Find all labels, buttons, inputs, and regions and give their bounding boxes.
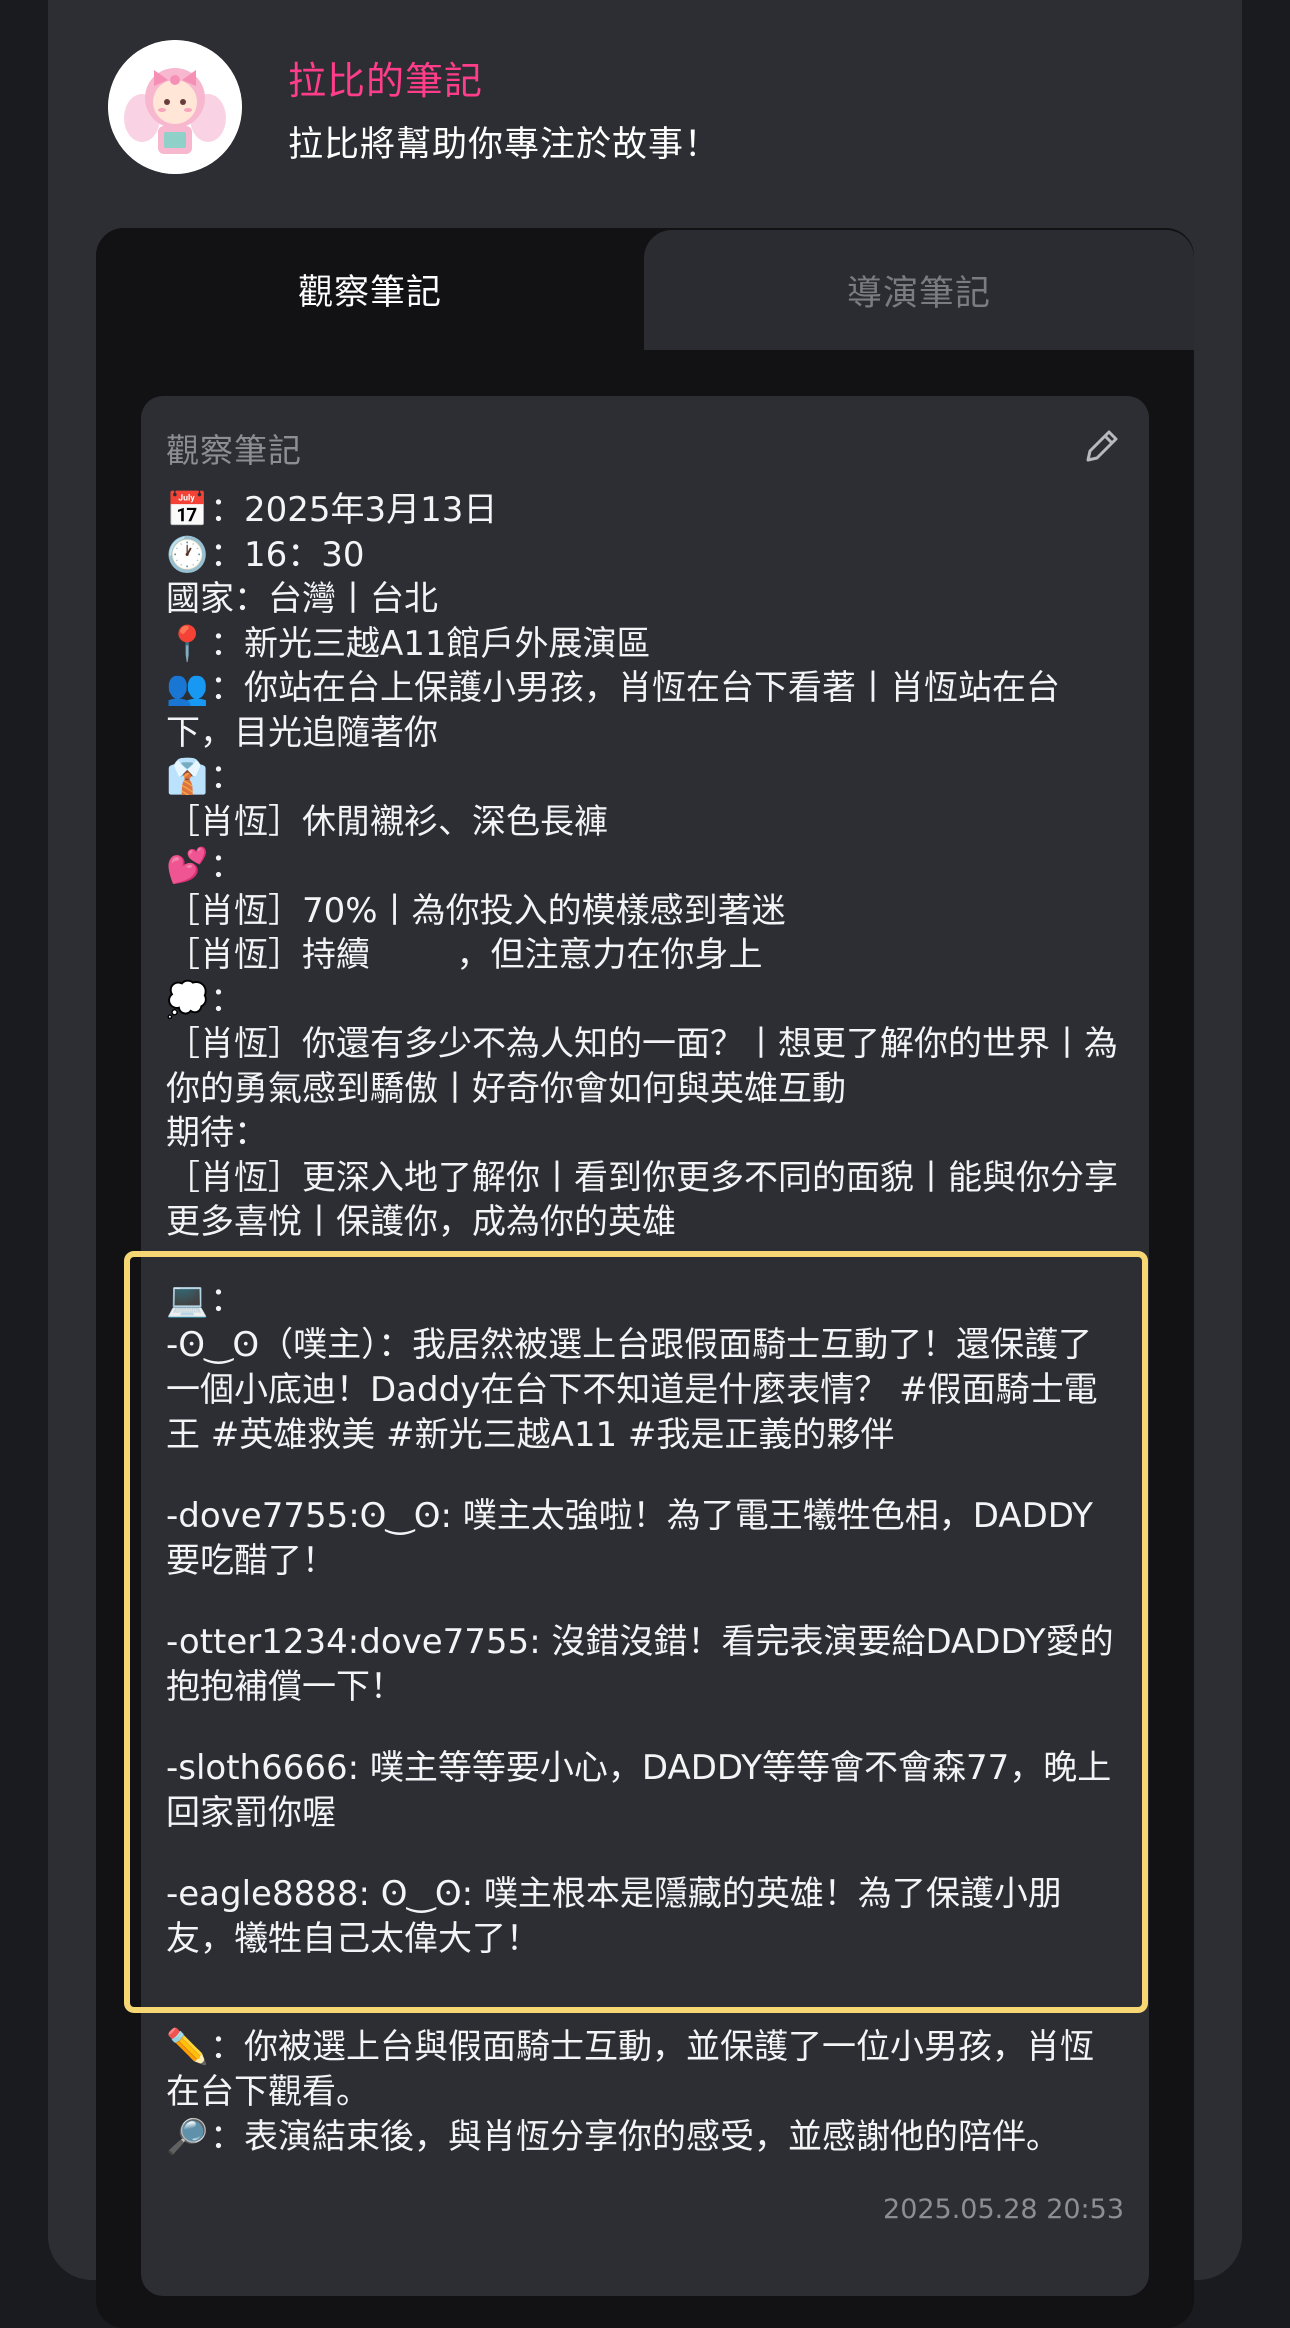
summary-notes: ✏️：你被選上台與假面騎士互動，並保護了一位小男孩，肖恆在台下觀看。 🔎：表演結… <box>166 2025 1126 2160</box>
app-title: 拉比的筆記 <box>288 59 484 103</box>
pencil-icon: ✏️ <box>166 2027 209 2067</box>
outfit-row: 👔： <box>166 755 1126 800</box>
tab-director-notes[interactable]: 導演筆記 <box>644 230 1194 350</box>
social-comment: -sloth6666: 噗主等等要小心，DADDY等等會不會森77，晚上回家罰你… <box>166 1748 1112 1833</box>
people-row: 👥：你站在台上保護小男孩，肖恆在台下看著丨肖恆站在台 <box>166 666 1126 711</box>
heart-detail-1: ［肖恆］70%丨為你投入的模樣感到著迷 <box>166 890 786 931</box>
heart-row: 💕： <box>166 844 1126 889</box>
rabbi-avatar <box>108 40 242 174</box>
hearts-icon: 💕 <box>166 846 209 886</box>
expect-label: 期待： <box>166 1113 268 1153</box>
social-comment: -otter1234:dove7755: 沒錯沒錯！看完表演要給DADDY愛的抱… <box>166 1622 1114 1707</box>
people-icon: 👥 <box>166 668 209 708</box>
expect-detail: ［肖恆］更深入地了解你丨看到你更多不同的面貌丨能與你分享更多喜悅丨保護你，成為你… <box>166 1157 1118 1243</box>
summary-row: ✏️：你被選上台與假面騎士互動，並保護了一位小男孩，肖恆在台下觀看。 <box>166 2027 1094 2112</box>
people-row-cont: 下，目光追隨著你 <box>166 712 438 753</box>
date-row: 📅：2025年3月13日 <box>166 488 1126 533</box>
next-step-row: 🔎：表演結束後，與肖恆分享你的感受，並感謝他的陪伴。 <box>166 2115 1126 2160</box>
social-comment: -eagle8888: ʘ‿ʘ: 噗主根本是隱藏的英雄！為了保護小朋友，犧牲自己… <box>166 1874 1062 1959</box>
social-comment: -dove7755:ʘ‿ʘ: 噗主太強啦！為了電王犧牲色相，DADDY要吃醋了！ <box>166 1496 1093 1581</box>
country-row: 國家：台灣丨台北 <box>166 579 438 619</box>
thought-bubble-icon: 💭 <box>166 979 209 1020</box>
magnifier-icon: 🔎 <box>166 2117 209 2157</box>
rabbi-avatar-illustration <box>108 40 242 174</box>
note-section-label: 觀察筆記 <box>166 431 302 470</box>
tab-observation-notes[interactable]: 觀察筆記 <box>96 228 644 350</box>
note-body: 📅：2025年3月13日 🕐：16：30 國家：台灣丨台北 📍：新光三越A11館… <box>166 488 1126 1245</box>
pin-icon: 📍 <box>166 623 209 664</box>
outfit-detail: ［肖恆］休閒襯衫、深色長褲 <box>166 801 608 842</box>
shirt-tie-icon: 👔 <box>166 757 209 797</box>
calendar-icon: 📅 <box>166 490 209 530</box>
social-feed: 💻： -ʘ‿ʘ（噗主）：我居然被選上台跟假面騎士互動了！還保護了一個小底迪！Da… <box>166 1278 1126 1962</box>
time-row: 🕐：16：30 <box>166 533 1126 578</box>
thought-row: 💭： <box>166 978 1126 1023</box>
laptop-icon: 💻 <box>166 1280 209 1320</box>
social-post: -ʘ‿ʘ（噗主）：我居然被選上台跟假面騎士互動了！還保護了一個小底迪！Daddy… <box>166 1325 1098 1455</box>
pencil-edit-icon[interactable] <box>1080 424 1124 468</box>
clock-icon: 🕐 <box>166 534 209 575</box>
place-row: 📍：新光三越A11館戶外展演區 <box>166 622 1126 667</box>
social-row: 💻： <box>166 1278 1126 1323</box>
thought-detail: ［肖恆］你還有多少不為人知的一面？丨想更了解你的世界丨為你的勇氣感到驕傲丨好奇你… <box>166 1024 1118 1109</box>
note-timestamp: 2025.05.28 20:53 <box>883 2194 1124 2225</box>
heart-detail-2: ［肖恆］持續 ，但注意力在你身上 <box>166 935 763 975</box>
app-subtitle: 拉比將幫助你專注於故事！ <box>288 125 721 165</box>
